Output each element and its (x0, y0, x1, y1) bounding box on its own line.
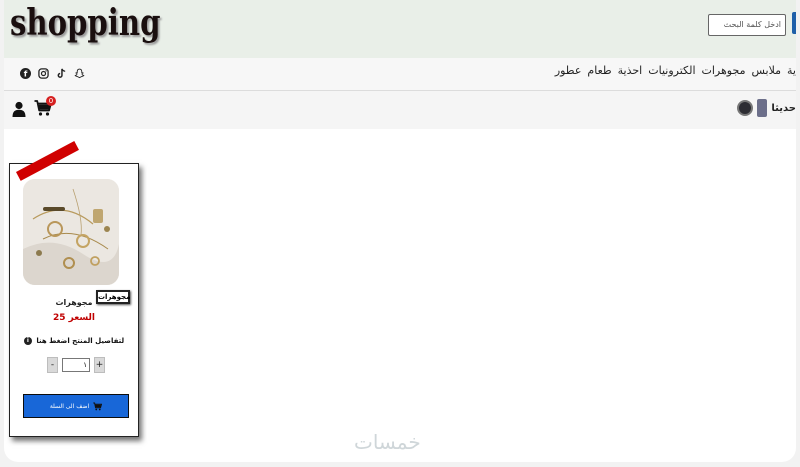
menu-item[interactable]: ية (787, 64, 796, 77)
svg-text:f: f (23, 68, 27, 78)
page: shopping f ية ملابس مجوهرات الكتروني (4, 0, 796, 462)
info-icon: i (23, 337, 32, 345)
product-name: مجوهرات (55, 298, 93, 307)
details-text: لتفاصيل المنتج اضغط هنا (36, 337, 125, 345)
product-image[interactable] (23, 179, 119, 285)
social-links: f (18, 66, 86, 80)
qty-plus-button[interactable]: + (94, 357, 105, 373)
qty-minus-button[interactable]: - (47, 357, 58, 373)
search-input[interactable] (708, 13, 786, 36)
menu-item-perfume[interactable]: عطور (555, 64, 582, 77)
snapchat-icon[interactable] (72, 66, 86, 80)
add-to-cart-label: اضف الى السلة (49, 402, 90, 410)
qty-input[interactable] (62, 358, 90, 372)
latest-label: حديثا (771, 102, 796, 114)
tiktok-icon[interactable] (54, 66, 68, 80)
quantity-stepper: - + (47, 357, 105, 373)
user-bar: 0 حديثا (4, 91, 796, 129)
latest-thumb-watch[interactable] (737, 100, 754, 116)
latest-thumb-phone[interactable] (757, 99, 768, 117)
price-label: السعر (68, 313, 95, 323)
product-card: مجوهرات مجوهرات السعر 25 لتفاصيل المنتج … (9, 141, 139, 437)
latest-products: حديثا (737, 99, 796, 117)
search-button[interactable] (792, 12, 796, 34)
header: shopping (4, 0, 796, 58)
cart-count-badge: 0 (46, 96, 56, 106)
price-value: 25 (53, 313, 66, 323)
menu-item-jewelry[interactable]: مجوهرات (702, 64, 746, 77)
add-to-cart-button[interactable]: اضف الى السلة (23, 394, 129, 418)
user-icon[interactable] (12, 101, 26, 117)
menu-item-food[interactable]: طعام (587, 64, 611, 77)
product-price: السعر 25 (10, 313, 138, 323)
sale-ribbon (16, 141, 79, 181)
menu-item-shoes[interactable]: احذية (618, 64, 643, 77)
category-menu: ية ملابس مجوهرات الكترونيات احذية طعام ع… (555, 64, 796, 77)
facebook-icon[interactable]: f (18, 66, 32, 80)
cart-icon (93, 402, 103, 410)
menu-item-clothes[interactable]: ملابس (751, 64, 781, 77)
instagram-icon[interactable] (36, 66, 50, 80)
nav-bar: f ية ملابس مجوهرات الكترونيات احذية طعام… (4, 58, 796, 91)
search-box (708, 12, 796, 36)
menu-item-electronics[interactable]: الكترونيات (648, 64, 695, 77)
watermark: خمسات (354, 430, 421, 454)
site-logo[interactable]: shopping (10, 2, 160, 44)
product-details-link[interactable]: لتفاصيل المنتج اضغط هنا i (10, 337, 138, 345)
